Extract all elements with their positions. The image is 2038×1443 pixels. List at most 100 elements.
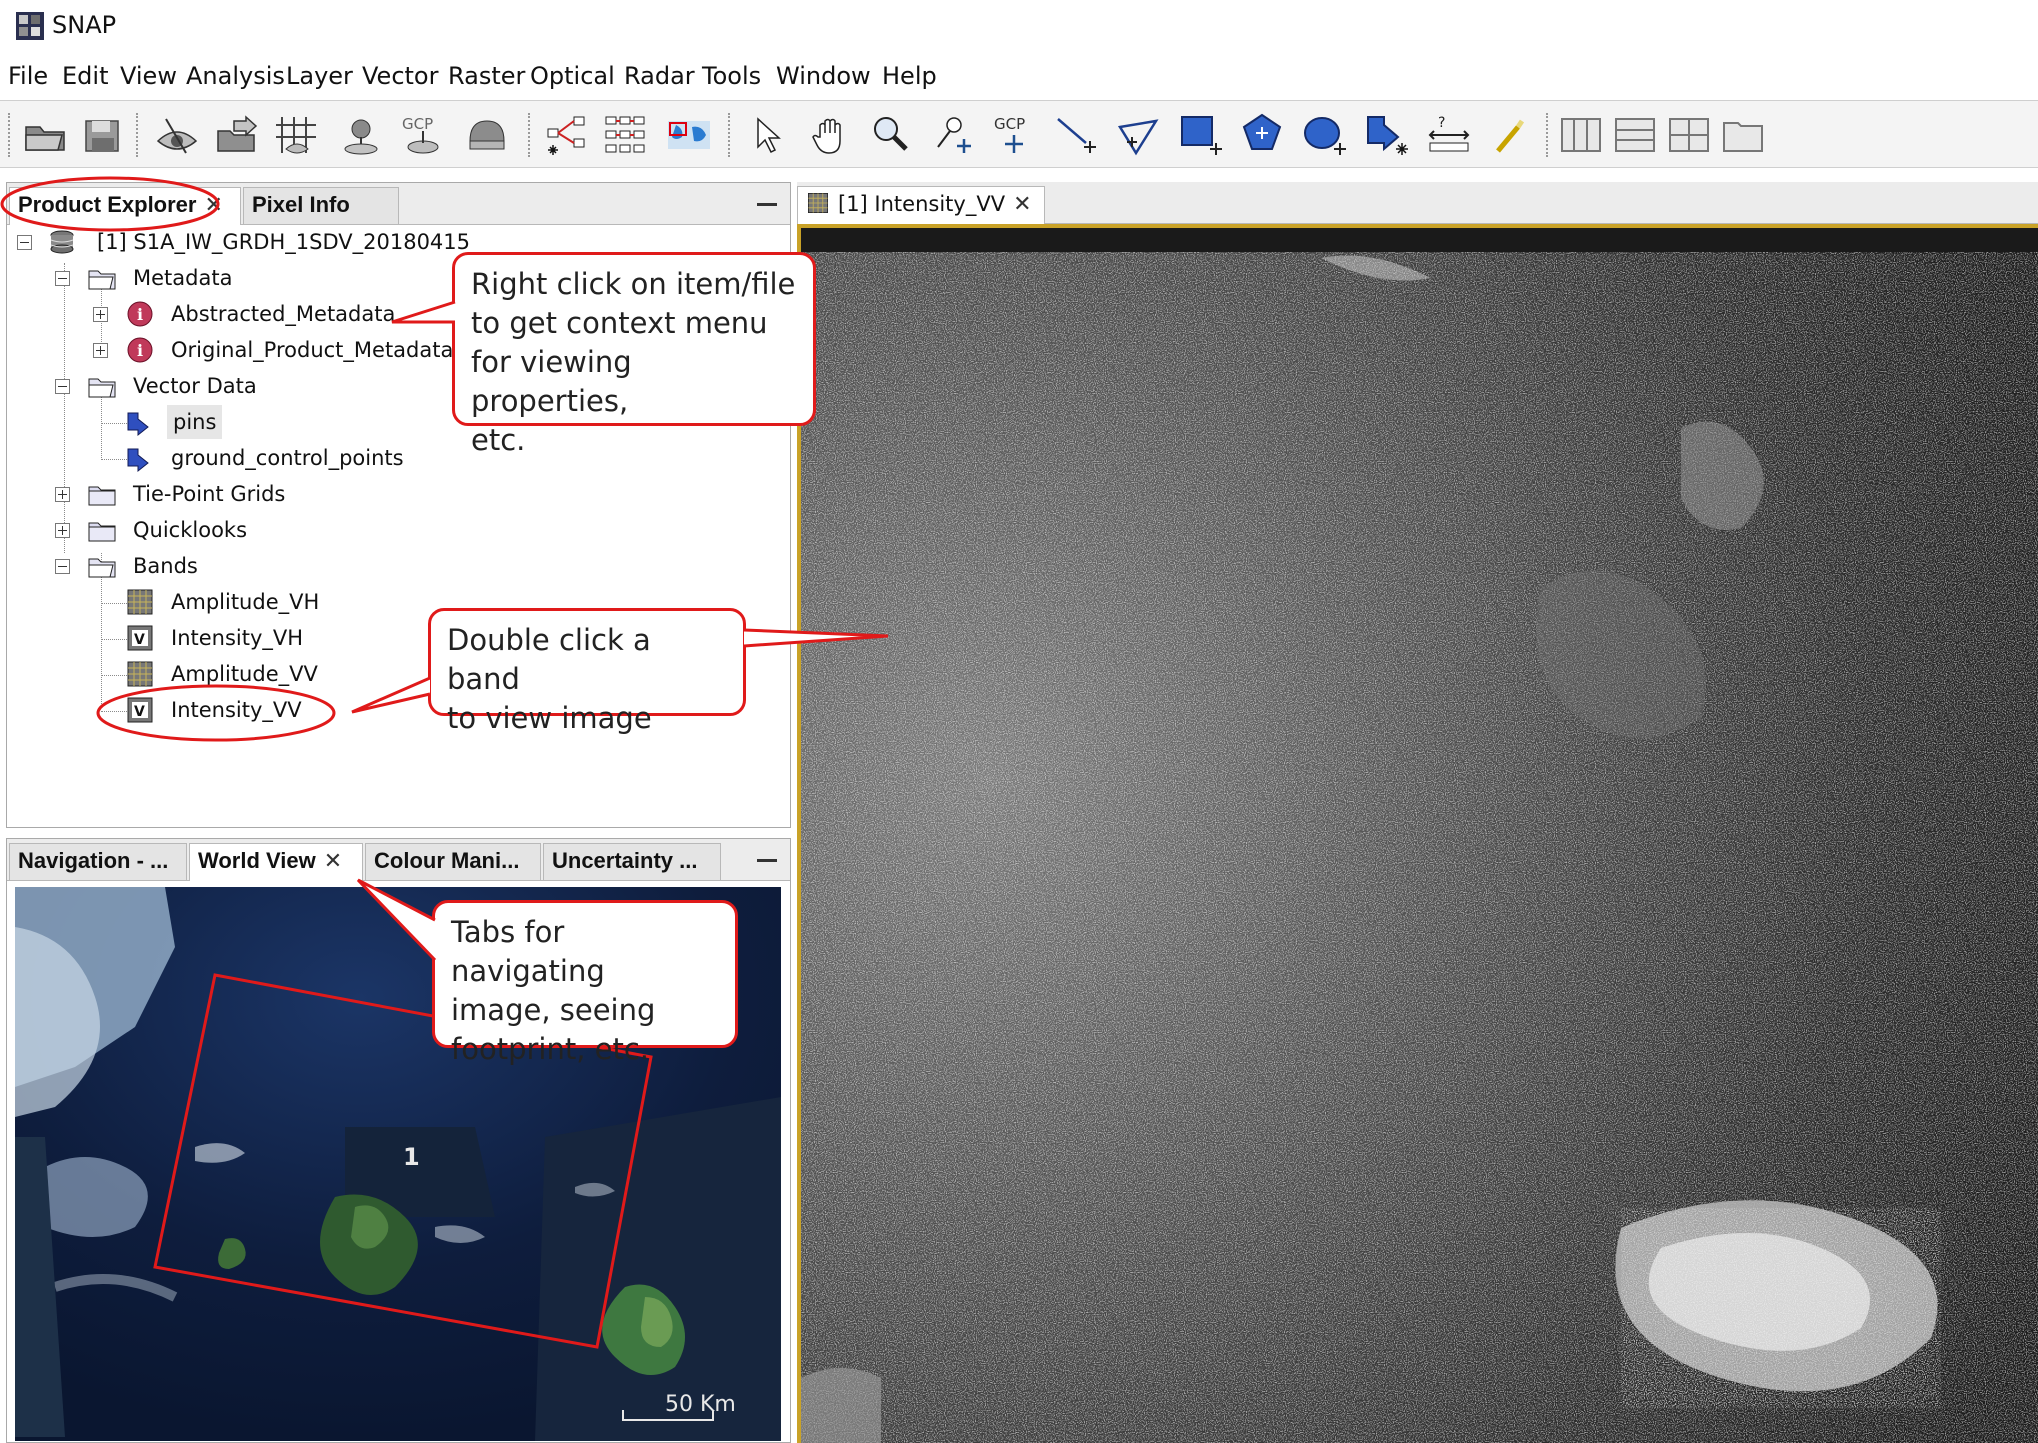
tree-item-abstracted-metadata[interactable]: Abstracted_Metadata [171, 297, 395, 331]
gcp-manager-icon[interactable]: GCP [398, 111, 448, 159]
insert-figure-icon[interactable] [1362, 111, 1412, 159]
menu-window[interactable]: Window [776, 62, 871, 90]
minimize-icon[interactable] [754, 845, 780, 871]
tab-uncertainty[interactable]: Uncertainty ... [543, 843, 721, 880]
tree-collapse-toggle[interactable] [55, 559, 70, 574]
tab-world-view[interactable]: World View ✕ [189, 843, 363, 881]
gcp-manager-label: GCP [402, 115, 433, 133]
polygon-drawing-icon[interactable] [1238, 111, 1288, 159]
tree-expand-toggle[interactable] [55, 487, 70, 502]
tree-collapse-toggle[interactable] [17, 235, 32, 250]
tab-label: Navigation - ... [18, 848, 169, 873]
menu-edit[interactable]: Edit [62, 62, 108, 90]
graph-builder-icon[interactable] [544, 111, 594, 159]
tab-navigation[interactable]: Navigation - ... [9, 843, 187, 880]
tree-item-intensity-vh[interactable]: Intensity_VH [171, 621, 303, 655]
select-tool-icon[interactable] [742, 111, 792, 159]
callout-line: etc. [471, 423, 526, 457]
tile-horizontal-icon[interactable] [1556, 111, 1606, 159]
gcp-placing-icon[interactable]: GCP [990, 111, 1040, 159]
tree-label: Vector Data [133, 374, 257, 398]
open-product-icon[interactable] [20, 111, 70, 159]
close-icon[interactable]: ✕ [324, 848, 342, 873]
callout-line: footprint, etc. [451, 1032, 650, 1066]
close-icon[interactable]: ✕ [1013, 192, 1031, 217]
callout-double-click: Double click a band to view image [428, 608, 746, 735]
toolbar: GCP GCP ? [0, 100, 2038, 168]
mask-manager-icon[interactable] [462, 111, 512, 159]
range-finder-icon[interactable]: ? [1424, 111, 1474, 159]
menu-layer[interactable]: Layer [286, 62, 353, 90]
magic-wand-icon[interactable] [1486, 111, 1536, 159]
pin-manager-icon[interactable] [336, 111, 386, 159]
graticule-icon[interactable] [272, 111, 322, 159]
tab-pixel-info[interactable]: Pixel Info [243, 187, 399, 224]
tree-label: Intensity_VV [171, 698, 302, 722]
pin-placing-icon[interactable] [928, 111, 978, 159]
tree-label: pins [173, 410, 217, 434]
tree-label: Quicklooks [133, 518, 248, 542]
menu-analysis[interactable]: Analysis [186, 62, 285, 90]
tile-single-icon[interactable] [1718, 111, 1768, 159]
close-icon[interactable]: ✕ [204, 192, 222, 217]
toolbar-grip [8, 113, 14, 157]
tree-expand-toggle[interactable] [93, 307, 108, 322]
toolbar-separator [728, 113, 734, 157]
tree-label: Intensity_VH [171, 626, 304, 650]
menu-raster[interactable]: Raster [448, 62, 525, 90]
tree-item-original-product-metadata[interactable]: Original_Product_Metadata [171, 333, 453, 367]
export-icon[interactable] [212, 111, 262, 159]
menu-optical[interactable]: Optical [530, 62, 615, 90]
line-drawing-icon[interactable] [1052, 111, 1102, 159]
tree-collapse-toggle[interactable] [55, 271, 70, 286]
metadata-info-icon: i [125, 299, 155, 329]
tab-product-explorer[interactable]: Product Explorer ✕ [9, 187, 241, 225]
tab-label: Product Explorer [18, 192, 197, 217]
menu-vector[interactable]: Vector [362, 62, 438, 90]
svg-text:i: i [137, 305, 143, 324]
tree-item-pins[interactable]: pins [167, 405, 223, 439]
tab-colour-manipulation[interactable]: Colour Mani... [365, 843, 541, 880]
folder-open-icon [87, 263, 117, 293]
tile-grid-icon[interactable] [1664, 111, 1714, 159]
folder-closed-icon [87, 515, 117, 545]
ellipse-drawing-icon[interactable] [1300, 111, 1350, 159]
world-map-icon[interactable] [664, 111, 714, 159]
tree-label: [1] S1A_IW_GRDH_1SDV_20180415 [97, 230, 471, 254]
tree-item-tie-point-grids[interactable]: Tie-Point Grids [133, 477, 285, 511]
callout-line: to get context menu [471, 306, 768, 340]
svg-text:?: ? [1438, 115, 1445, 131]
tree-label: Bands [133, 554, 198, 578]
tree-item-intensity-vv[interactable]: Intensity_VV [171, 693, 302, 727]
tree-expand-toggle[interactable] [55, 523, 70, 538]
save-product-icon[interactable] [78, 111, 128, 159]
tree-item-amplitude-vv[interactable]: Amplitude_VV [171, 657, 318, 691]
tree-item-vector-data[interactable]: Vector Data [133, 369, 257, 403]
sar-image-canvas[interactable] [797, 224, 2038, 1443]
pan-tool-icon[interactable] [806, 111, 856, 159]
callout-line: Double click a band [447, 623, 651, 696]
polyline-drawing-icon[interactable] [1114, 111, 1164, 159]
tile-vertical-icon[interactable] [1610, 111, 1660, 159]
tree-item-ground-control-points[interactable]: ground_control_points [171, 441, 404, 475]
rectangle-drawing-icon[interactable] [1176, 111, 1226, 159]
tree-expand-toggle[interactable] [93, 343, 108, 358]
tree-item-amplitude-vh[interactable]: Amplitude_VH [171, 585, 319, 619]
batch-processing-icon[interactable] [602, 111, 652, 159]
menu-help[interactable]: Help [882, 62, 937, 90]
tree-collapse-toggle[interactable] [55, 379, 70, 394]
menu-file[interactable]: File [8, 62, 48, 90]
tab-intensity-vv[interactable]: [1] Intensity_VV ✕ [797, 186, 1045, 224]
menu-radar[interactable]: Radar [624, 62, 695, 90]
zoom-tool-icon[interactable] [866, 111, 916, 159]
virtual-band-icon: V [125, 695, 155, 725]
minimize-icon[interactable] [754, 189, 780, 215]
layer-visibility-icon[interactable] [152, 111, 202, 159]
tree-item-quicklooks[interactable]: Quicklooks [133, 513, 247, 547]
tree-item-bands[interactable]: Bands [133, 549, 198, 583]
menu-view[interactable]: View [120, 62, 177, 90]
tree-item-metadata[interactable]: Metadata [133, 261, 232, 295]
tab-label: Pixel Info [252, 192, 350, 217]
menu-tools[interactable]: Tools [702, 62, 761, 90]
folder-open-icon [87, 371, 117, 401]
